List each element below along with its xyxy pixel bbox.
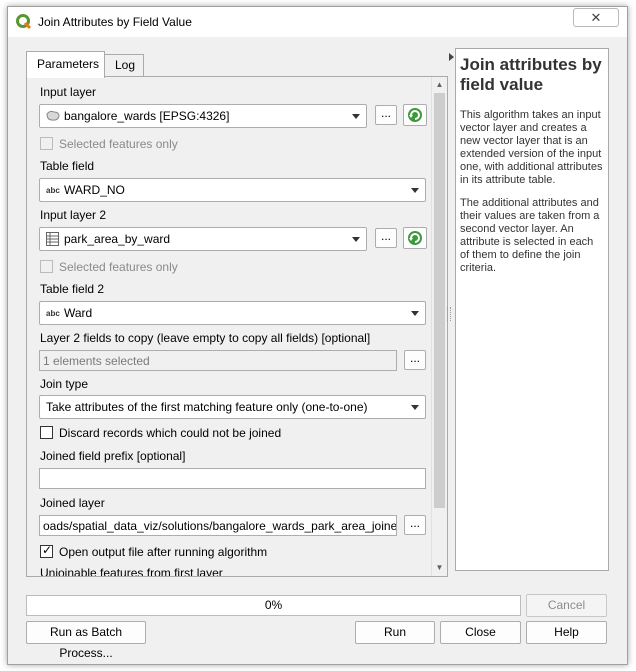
table-field-2-value: Ward bbox=[64, 306, 93, 320]
input-layer-2-value: park_area_by_ward bbox=[64, 232, 171, 246]
input-layer-label: Input layer bbox=[40, 85, 97, 99]
text-field-type-icon: abc bbox=[46, 186, 60, 195]
input-layer-2-combo[interactable]: park_area_by_ward bbox=[39, 227, 367, 251]
tab-parameters[interactable]: Parameters bbox=[26, 51, 105, 78]
progress-text: 0% bbox=[264, 598, 283, 612]
title-bar: Join Attributes by Field Value ✕ bbox=[8, 7, 627, 37]
table-field-value: WARD_NO bbox=[64, 183, 125, 197]
tab-log[interactable]: Log bbox=[104, 54, 144, 77]
input-layer-selected-only-checkbox[interactable] bbox=[40, 137, 53, 150]
parameters-panel: Input layer bangalore_wards [EPSG:4326] … bbox=[26, 76, 448, 577]
scrollbar-thumb[interactable] bbox=[434, 93, 445, 508]
table-field-2-combo[interactable]: abc Ward bbox=[39, 301, 426, 325]
scroll-up-arrow-icon[interactable]: ▲ bbox=[432, 77, 447, 93]
input-layer-2-browse-button[interactable]: ... bbox=[375, 228, 397, 248]
prefix-input[interactable] bbox=[39, 468, 426, 489]
layer2-fields-value: 1 elements selected bbox=[43, 354, 150, 368]
panel-splitter-handle[interactable] bbox=[447, 307, 451, 321]
run-button[interactable]: Run bbox=[355, 621, 435, 644]
table-field-2-label: Table field 2 bbox=[40, 282, 105, 296]
input-layer-combo[interactable]: bangalore_wards [EPSG:4326] bbox=[39, 104, 367, 128]
input-layer-2-label: Input layer 2 bbox=[40, 208, 107, 222]
layer2-fields-label: Layer 2 fields to copy (leave empty to c… bbox=[40, 331, 371, 345]
input-layer-2-selected-only-label: Selected features only bbox=[59, 260, 178, 274]
close-icon: ✕ bbox=[590, 10, 602, 25]
input-layer-2-selected-only-checkbox[interactable] bbox=[40, 260, 53, 273]
cancel-button[interactable]: Cancel bbox=[526, 594, 607, 617]
chevron-down-icon bbox=[411, 405, 419, 410]
help-panel: Join attributes by field value This algo… bbox=[455, 48, 609, 571]
qgis-logo-icon bbox=[16, 14, 32, 30]
unjoinable-label: Unjoinable features from first layer bbox=[40, 566, 223, 577]
collapse-help-arrow-icon[interactable] bbox=[449, 53, 454, 61]
prefix-label: Joined field prefix [optional] bbox=[40, 449, 186, 463]
joined-layer-value: oads/spatial_data_viz/solutions/bangalor… bbox=[43, 519, 397, 533]
discard-records-checkbox[interactable] bbox=[40, 426, 53, 439]
window-close-button[interactable]: ✕ bbox=[573, 8, 619, 27]
input-layer-iterate-button[interactable] bbox=[403, 104, 427, 126]
chevron-down-icon bbox=[411, 188, 419, 193]
window-title: Join Attributes by Field Value bbox=[38, 15, 192, 29]
scroll-down-arrow-icon[interactable]: ▼ bbox=[432, 560, 447, 576]
run-batch-button[interactable]: Run as Batch Process... bbox=[26, 621, 146, 660]
input-layer-value: bangalore_wards [EPSG:4326] bbox=[64, 109, 230, 123]
joined-layer-label: Joined layer bbox=[40, 496, 105, 510]
open-output-checkbox[interactable]: ✓ bbox=[40, 543, 53, 558]
join-type-label: Join type bbox=[40, 377, 89, 391]
dialog-window: Join Attributes by Field Value ✕ Paramet… bbox=[7, 6, 628, 665]
help-title: Join attributes by field value bbox=[460, 55, 602, 94]
iterate-icon bbox=[408, 108, 422, 122]
joined-layer-input[interactable]: oads/spatial_data_viz/solutions/bangalor… bbox=[39, 515, 397, 536]
checkmark-icon: ✓ bbox=[42, 543, 53, 557]
input-layer-selected-only-label: Selected features only bbox=[59, 137, 178, 151]
iterate-icon bbox=[408, 231, 422, 245]
progress-bar: 0% bbox=[26, 595, 521, 616]
text-field-type-icon: abc bbox=[46, 309, 60, 318]
input-layer-browse-button[interactable]: ... bbox=[375, 105, 397, 125]
open-output-label: Open output file after running algorithm bbox=[59, 545, 268, 559]
discard-records-label: Discard records which could not be joine… bbox=[59, 426, 282, 440]
join-type-combo[interactable]: Take attributes of the first matching fe… bbox=[39, 395, 426, 419]
chevron-down-icon bbox=[352, 237, 360, 242]
table-field-label: Table field bbox=[40, 159, 95, 173]
help-button[interactable]: Help bbox=[526, 621, 607, 644]
close-button[interactable]: Close bbox=[440, 621, 521, 644]
table-field-combo[interactable]: abc WARD_NO bbox=[39, 178, 426, 202]
joined-layer-browse-button[interactable]: ... bbox=[404, 515, 426, 535]
parameters-scrollbar[interactable]: ▲ ▼ bbox=[431, 77, 447, 576]
chevron-down-icon bbox=[352, 114, 360, 119]
join-type-value: Take attributes of the first matching fe… bbox=[46, 400, 368, 414]
polygon-layer-icon bbox=[46, 110, 60, 121]
layer2-fields-browse-button[interactable]: ... bbox=[404, 350, 426, 370]
input-layer-2-iterate-button[interactable] bbox=[403, 227, 427, 249]
chevron-down-icon bbox=[411, 311, 419, 316]
help-paragraph: This algorithm takes an input vector lay… bbox=[460, 109, 603, 186]
help-paragraph: The additional attributes and their valu… bbox=[460, 197, 600, 274]
table-layer-icon bbox=[46, 232, 59, 246]
layer2-fields-input[interactable]: 1 elements selected bbox=[39, 350, 397, 371]
